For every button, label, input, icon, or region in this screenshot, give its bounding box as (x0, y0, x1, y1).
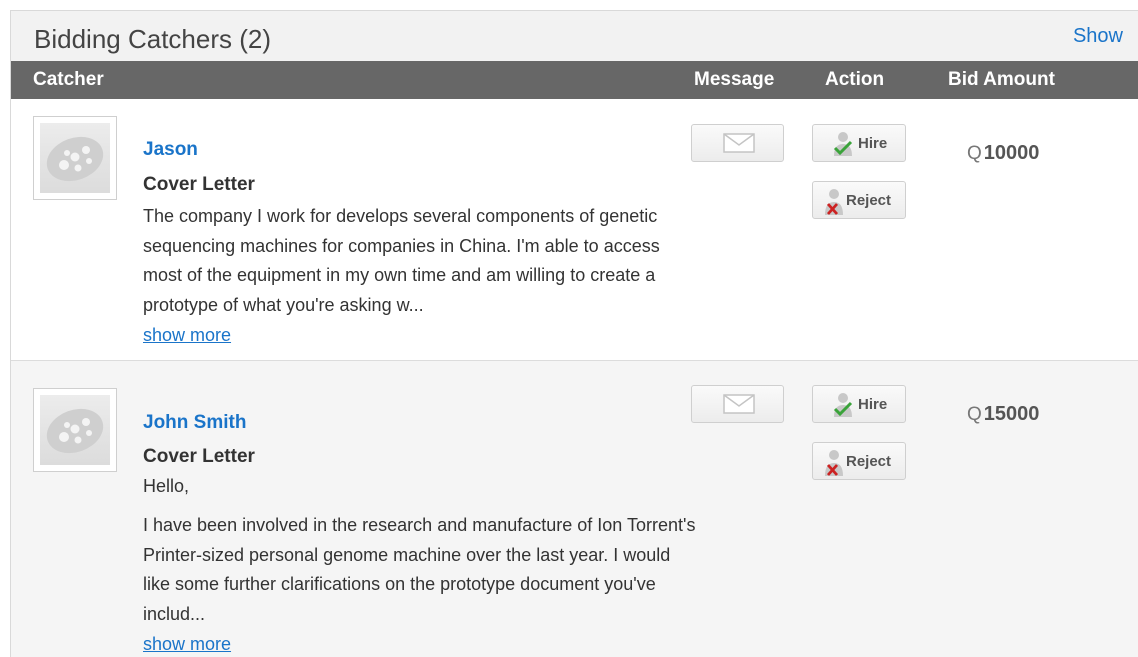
catcher-name-link[interactable]: John Smith (143, 412, 246, 434)
hire-label: Hire (858, 135, 888, 152)
cover-letter-title: Cover Letter (143, 174, 255, 195)
cover-letter-text: The company I work for develops several … (143, 206, 660, 315)
table-row: Jason Cover Letter The company I work fo… (11, 100, 1138, 361)
bid-amount: Q 15000 (967, 403, 1039, 426)
bid-value: 15000 (983, 403, 1040, 425)
message-button[interactable] (691, 124, 784, 162)
column-header-catcher: Catcher (33, 69, 104, 90)
currency-symbol: Q (967, 404, 982, 425)
hire-button[interactable]: Hire (812, 124, 906, 162)
message-button[interactable] (691, 385, 784, 423)
reject-button[interactable]: Reject (812, 442, 906, 480)
bidding-catchers-panel: Bidding Catchers (2) Show Catcher Messag… (10, 10, 1138, 657)
panel-header: Bidding Catchers (2) Show (11, 11, 1138, 61)
hire-label: Hire (858, 396, 888, 413)
reject-button[interactable]: Reject (812, 181, 906, 219)
cover-letter-greeting: Hello, (143, 476, 190, 496)
user-x-icon (825, 189, 843, 215)
table-row: John Smith Cover Letter Hello, I have be… (11, 361, 1138, 657)
currency-symbol: Q (967, 143, 982, 164)
bid-amount: Q 10000 (967, 142, 1039, 165)
cover-letter-text: I have been involved in the research and… (143, 515, 696, 624)
reject-label: Reject (846, 192, 892, 209)
user-x-icon (825, 450, 843, 476)
user-check-icon (833, 393, 853, 417)
table-header: Catcher Message Action Bid Amount (11, 61, 1138, 99)
hire-button[interactable]: Hire (812, 385, 906, 423)
show-more-link[interactable]: show more (143, 325, 231, 346)
envelope-icon (723, 133, 755, 153)
user-check-icon (833, 132, 853, 156)
default-avatar-icon (33, 116, 117, 200)
cover-letter-title: Cover Letter (143, 446, 255, 467)
envelope-icon (723, 394, 755, 414)
show-link[interactable]: Show (1073, 25, 1123, 48)
default-avatar-icon (33, 388, 117, 472)
column-header-bid-amount: Bid Amount (948, 69, 1055, 90)
column-header-action: Action (825, 69, 885, 90)
bid-value: 10000 (983, 142, 1040, 164)
reject-label: Reject (846, 453, 892, 470)
column-header-message: Message (694, 69, 775, 90)
show-more-link[interactable]: show more (143, 634, 231, 655)
panel-title: Bidding Catchers (2) (34, 24, 271, 54)
catcher-name-link[interactable]: Jason (143, 139, 198, 161)
